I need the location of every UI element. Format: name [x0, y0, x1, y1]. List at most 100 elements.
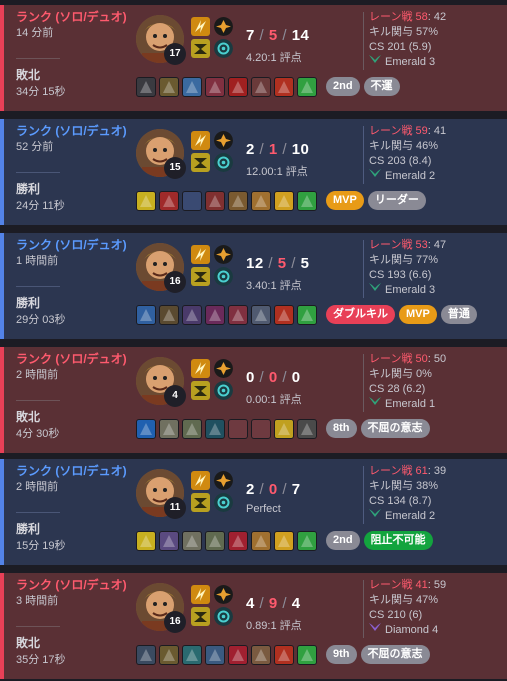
flash-spell-icon[interactable] — [191, 359, 210, 378]
item-icon[interactable] — [159, 191, 179, 211]
item-icon[interactable] — [251, 77, 271, 97]
item-icon[interactable] — [274, 645, 294, 665]
flash-spell-icon[interactable] — [191, 17, 210, 36]
item-icon[interactable] — [136, 191, 156, 211]
item-icon[interactable] — [228, 645, 248, 665]
item-icon[interactable] — [182, 419, 202, 439]
item-icon[interactable] — [136, 645, 156, 665]
badge[interactable]: 普通 — [440, 305, 477, 324]
item-icon[interactable] — [182, 77, 202, 97]
item-icon[interactable] — [297, 305, 317, 325]
item-icon[interactable] — [159, 305, 179, 325]
secondary-rune-icon[interactable] — [214, 493, 233, 512]
item-icon[interactable] — [182, 305, 202, 325]
secondary-rune-icon[interactable] — [214, 267, 233, 286]
keystone-rune-icon[interactable] — [214, 585, 233, 604]
champion-level: 15 — [164, 157, 186, 179]
match-card[interactable]: ランク (ソロ/デュオ) 2 時間前 敗北 4分 30秒 4 0 / 0 / 0 0.00:… — [0, 347, 507, 453]
match-card[interactable]: ランク (ソロ/デュオ) 2 時間前 勝利 15分 19秒 11 2 / 0 / 7 Per… — [0, 459, 507, 565]
match-card[interactable]: ランク (ソロ/デュオ) 14 分前 敗北 34分 15秒 17 7 / 5 / 14 4.… — [0, 5, 507, 111]
item-icon[interactable] — [251, 531, 271, 551]
badge[interactable]: ダブルキル — [326, 305, 395, 324]
smite-spell-icon[interactable] — [191, 607, 210, 626]
badge[interactable]: 2nd — [326, 531, 360, 550]
item-icon[interactable] — [182, 531, 202, 551]
smite-spell-icon[interactable] — [191, 381, 210, 400]
badge[interactable]: 2nd — [326, 77, 360, 96]
item-icon[interactable] — [297, 531, 317, 551]
flash-spell-icon[interactable] — [191, 585, 210, 604]
kill-participation: キル関与 77% — [369, 254, 439, 266]
flash-spell-icon[interactable] — [191, 471, 210, 490]
badge[interactable]: 不屈の意志 — [360, 645, 430, 664]
smite-spell-icon[interactable] — [191, 493, 210, 512]
smite-spell-icon[interactable] — [191, 267, 210, 286]
item-icon[interactable] — [205, 531, 225, 551]
smite-spell-icon[interactable] — [191, 39, 210, 58]
keystone-rune-icon[interactable] — [214, 245, 233, 264]
smite-spell-icon[interactable] — [191, 153, 210, 172]
item-icon[interactable] — [297, 191, 317, 211]
item-icon[interactable] — [297, 645, 317, 665]
secondary-rune-icon[interactable] — [214, 607, 233, 626]
keystone-rune-icon[interactable] — [214, 131, 233, 150]
time-ago: 3 時間前 — [16, 595, 59, 607]
badge[interactable]: 9th — [326, 645, 357, 664]
item-icon[interactable] — [228, 191, 248, 211]
item-icon[interactable] — [228, 305, 248, 325]
kda: 2 / 1 / 10 — [246, 141, 309, 158]
item-icon[interactable] — [182, 645, 202, 665]
badge[interactable]: 阻止不可能 — [363, 531, 433, 550]
item-icon[interactable] — [136, 77, 156, 97]
item-icon[interactable] — [274, 531, 294, 551]
match-card[interactable]: ランク (ソロ/デュオ) 3 時間前 敗北 35分 17秒 16 4 / 9 / 4 0.8… — [0, 573, 507, 679]
item-icon[interactable] — [228, 531, 248, 551]
item-icon[interactable] — [297, 77, 317, 97]
item-icon[interactable] — [297, 419, 317, 439]
item-icon[interactable] — [251, 305, 271, 325]
item-icon[interactable] — [274, 305, 294, 325]
deaths: 1 — [268, 141, 278, 158]
flash-spell-icon[interactable] — [191, 245, 210, 264]
time-ago: 2 時間前 — [16, 481, 59, 493]
flash-spell-icon[interactable] — [191, 131, 210, 150]
queue-type: ランク (ソロ/デュオ) — [16, 10, 127, 24]
stats-divider — [363, 354, 364, 412]
item-icon[interactable] — [159, 645, 179, 665]
divider — [16, 286, 60, 287]
item-icon[interactable] — [205, 191, 225, 211]
item-icon[interactable] — [251, 645, 271, 665]
badge[interactable]: 8th — [326, 419, 357, 438]
item-icon[interactable] — [251, 191, 271, 211]
badge[interactable]: 不屈の意志 — [360, 419, 430, 438]
item-icon[interactable] — [159, 419, 179, 439]
secondary-rune-icon[interactable] — [214, 153, 233, 172]
match-duration: 24分 11秒 — [16, 200, 65, 212]
item-icon[interactable] — [136, 305, 156, 325]
item-icon[interactable] — [159, 531, 179, 551]
item-icon[interactable] — [228, 77, 248, 97]
match-card[interactable]: ランク (ソロ/デュオ) 1 時間前 勝利 29分 03秒 16 12 / 5 / 5 3.… — [0, 233, 507, 339]
badge[interactable]: MVP — [326, 191, 364, 210]
match-card[interactable]: ランク (ソロ/デュオ) 52 分前 勝利 24分 11秒 15 2 / 1 / 10 12… — [0, 119, 507, 225]
match-meta: ランク (ソロ/デュオ) 3 時間前 敗北 35分 17秒 — [16, 578, 128, 666]
secondary-rune-icon[interactable] — [214, 39, 233, 58]
item-icon[interactable] — [205, 305, 225, 325]
item-icon[interactable] — [205, 645, 225, 665]
item-icon[interactable] — [159, 77, 179, 97]
item-icon[interactable] — [205, 77, 225, 97]
keystone-rune-icon[interactable] — [214, 359, 233, 378]
item-icon[interactable] — [136, 419, 156, 439]
champion-level: 16 — [164, 611, 186, 633]
badge[interactable]: 不運 — [363, 77, 400, 96]
item-icon[interactable] — [274, 77, 294, 97]
item-icon[interactable] — [136, 531, 156, 551]
item-icon[interactable] — [205, 419, 225, 439]
keystone-rune-icon[interactable] — [214, 17, 233, 36]
badge[interactable]: リーダー — [367, 191, 426, 210]
badge[interactable]: MVP — [399, 305, 437, 324]
item-icon[interactable] — [274, 419, 294, 439]
keystone-rune-icon[interactable] — [214, 471, 233, 490]
item-icon[interactable] — [274, 191, 294, 211]
secondary-rune-icon[interactable] — [214, 381, 233, 400]
